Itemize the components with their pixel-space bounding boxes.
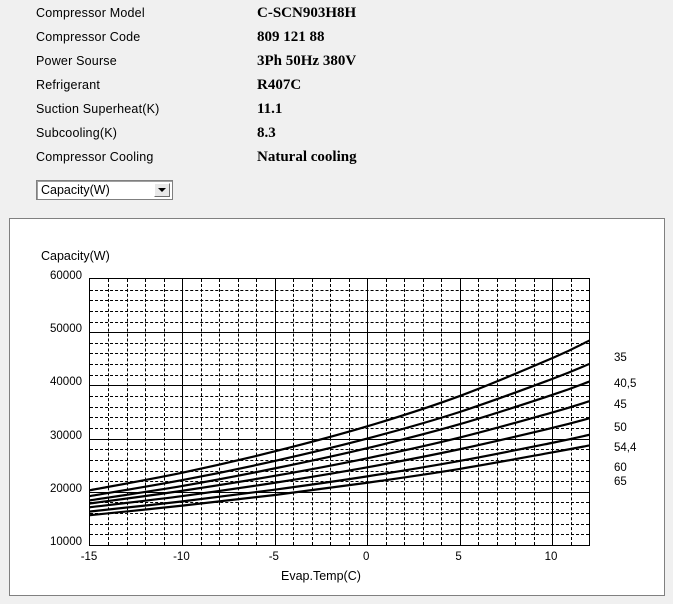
spec-value: C-SCN903H8H <box>257 5 357 21</box>
legend-label-60: 60 <box>614 461 627 474</box>
curve-group <box>90 339 589 517</box>
chart-panel: Capacity(W) Evap.Temp(C) 10000 20000 30000… <box>9 218 665 596</box>
y-axis-tick-label: 20000 <box>50 482 82 495</box>
spec-value: Natural cooling <box>257 149 357 165</box>
y-axis-tick-label: 30000 <box>50 429 82 442</box>
spec-label: Subcooling(K) <box>36 126 118 140</box>
spec-label: Suction Superheat(K) <box>36 102 160 116</box>
spec-row: Compressor Code 809 121 88 <box>0 29 673 54</box>
legend-label-50: 50 <box>614 421 627 434</box>
legend-label-45: 45 <box>614 399 627 412</box>
combobox[interactable]: Capacity(W) <box>36 180 173 200</box>
legend-label-65: 65 <box>614 475 627 488</box>
spec-label: Compressor Model <box>36 6 145 20</box>
spec-label: Compressor Code <box>36 30 141 44</box>
compressor-performance-window: Compressor Model C-SCN903H8H Compressor Co… <box>0 0 673 604</box>
y-axis-tick-label: 10000 <box>50 536 82 548</box>
combobox-dropdown-button[interactable] <box>154 183 170 197</box>
x-axis-tick-label: -10 <box>173 551 190 563</box>
spec-label: Refrigerant <box>36 78 101 92</box>
legend-label-35: 35 <box>614 351 627 364</box>
x-axis-tick-label: 10 <box>544 551 558 563</box>
spec-row: Subcooling(K) 8.3 <box>0 125 673 150</box>
plot-area <box>89 278 590 546</box>
spec-row: Refrigerant R407C <box>0 77 673 102</box>
legend-label-40-5: 40,5 <box>614 378 637 391</box>
x-axis-tick-label: 5 <box>455 551 462 563</box>
x-axis-tick-label: -5 <box>268 551 279 563</box>
x-axis-tick-label: 0 <box>363 551 370 563</box>
spec-label: Power Sourse <box>36 54 117 68</box>
specification-block: Compressor Model C-SCN903H8H Compressor Co… <box>0 0 673 178</box>
spec-row: Power Sourse 3Ph 50Hz 380V <box>0 53 673 78</box>
spec-value: 3Ph 50Hz 380V <box>257 53 357 69</box>
spec-label: Compressor Cooling <box>36 150 154 164</box>
spec-value: 8.3 <box>257 125 276 141</box>
chart-metric-selector[interactable]: Capacity(W) <box>36 180 173 200</box>
chevron-down-icon <box>158 188 166 192</box>
spec-value: R407C <box>257 77 302 93</box>
spec-row: Compressor Model C-SCN903H8H <box>0 5 673 30</box>
spec-value: 11.1 <box>257 101 283 117</box>
curve-35 <box>90 339 589 492</box>
y-axis-title: Capacity(W) <box>41 249 110 263</box>
y-axis-tick-label: 60000 <box>50 270 82 282</box>
x-axis-title: Evap.Temp(C) <box>281 569 361 583</box>
y-axis-tick-label: 50000 <box>50 323 82 336</box>
x-axis-tick-label: -15 <box>80 551 98 563</box>
spec-value: 809 121 88 <box>257 29 325 45</box>
spec-row: Compressor Cooling Natural cooling <box>0 149 673 174</box>
legend-label-54-4: 54,4 <box>614 442 637 455</box>
combobox-selected-value: Capacity(W) <box>41 183 110 197</box>
y-axis-tick-label: 40000 <box>50 376 82 389</box>
spec-row: Suction Superheat(K) 11.1 <box>0 101 673 126</box>
